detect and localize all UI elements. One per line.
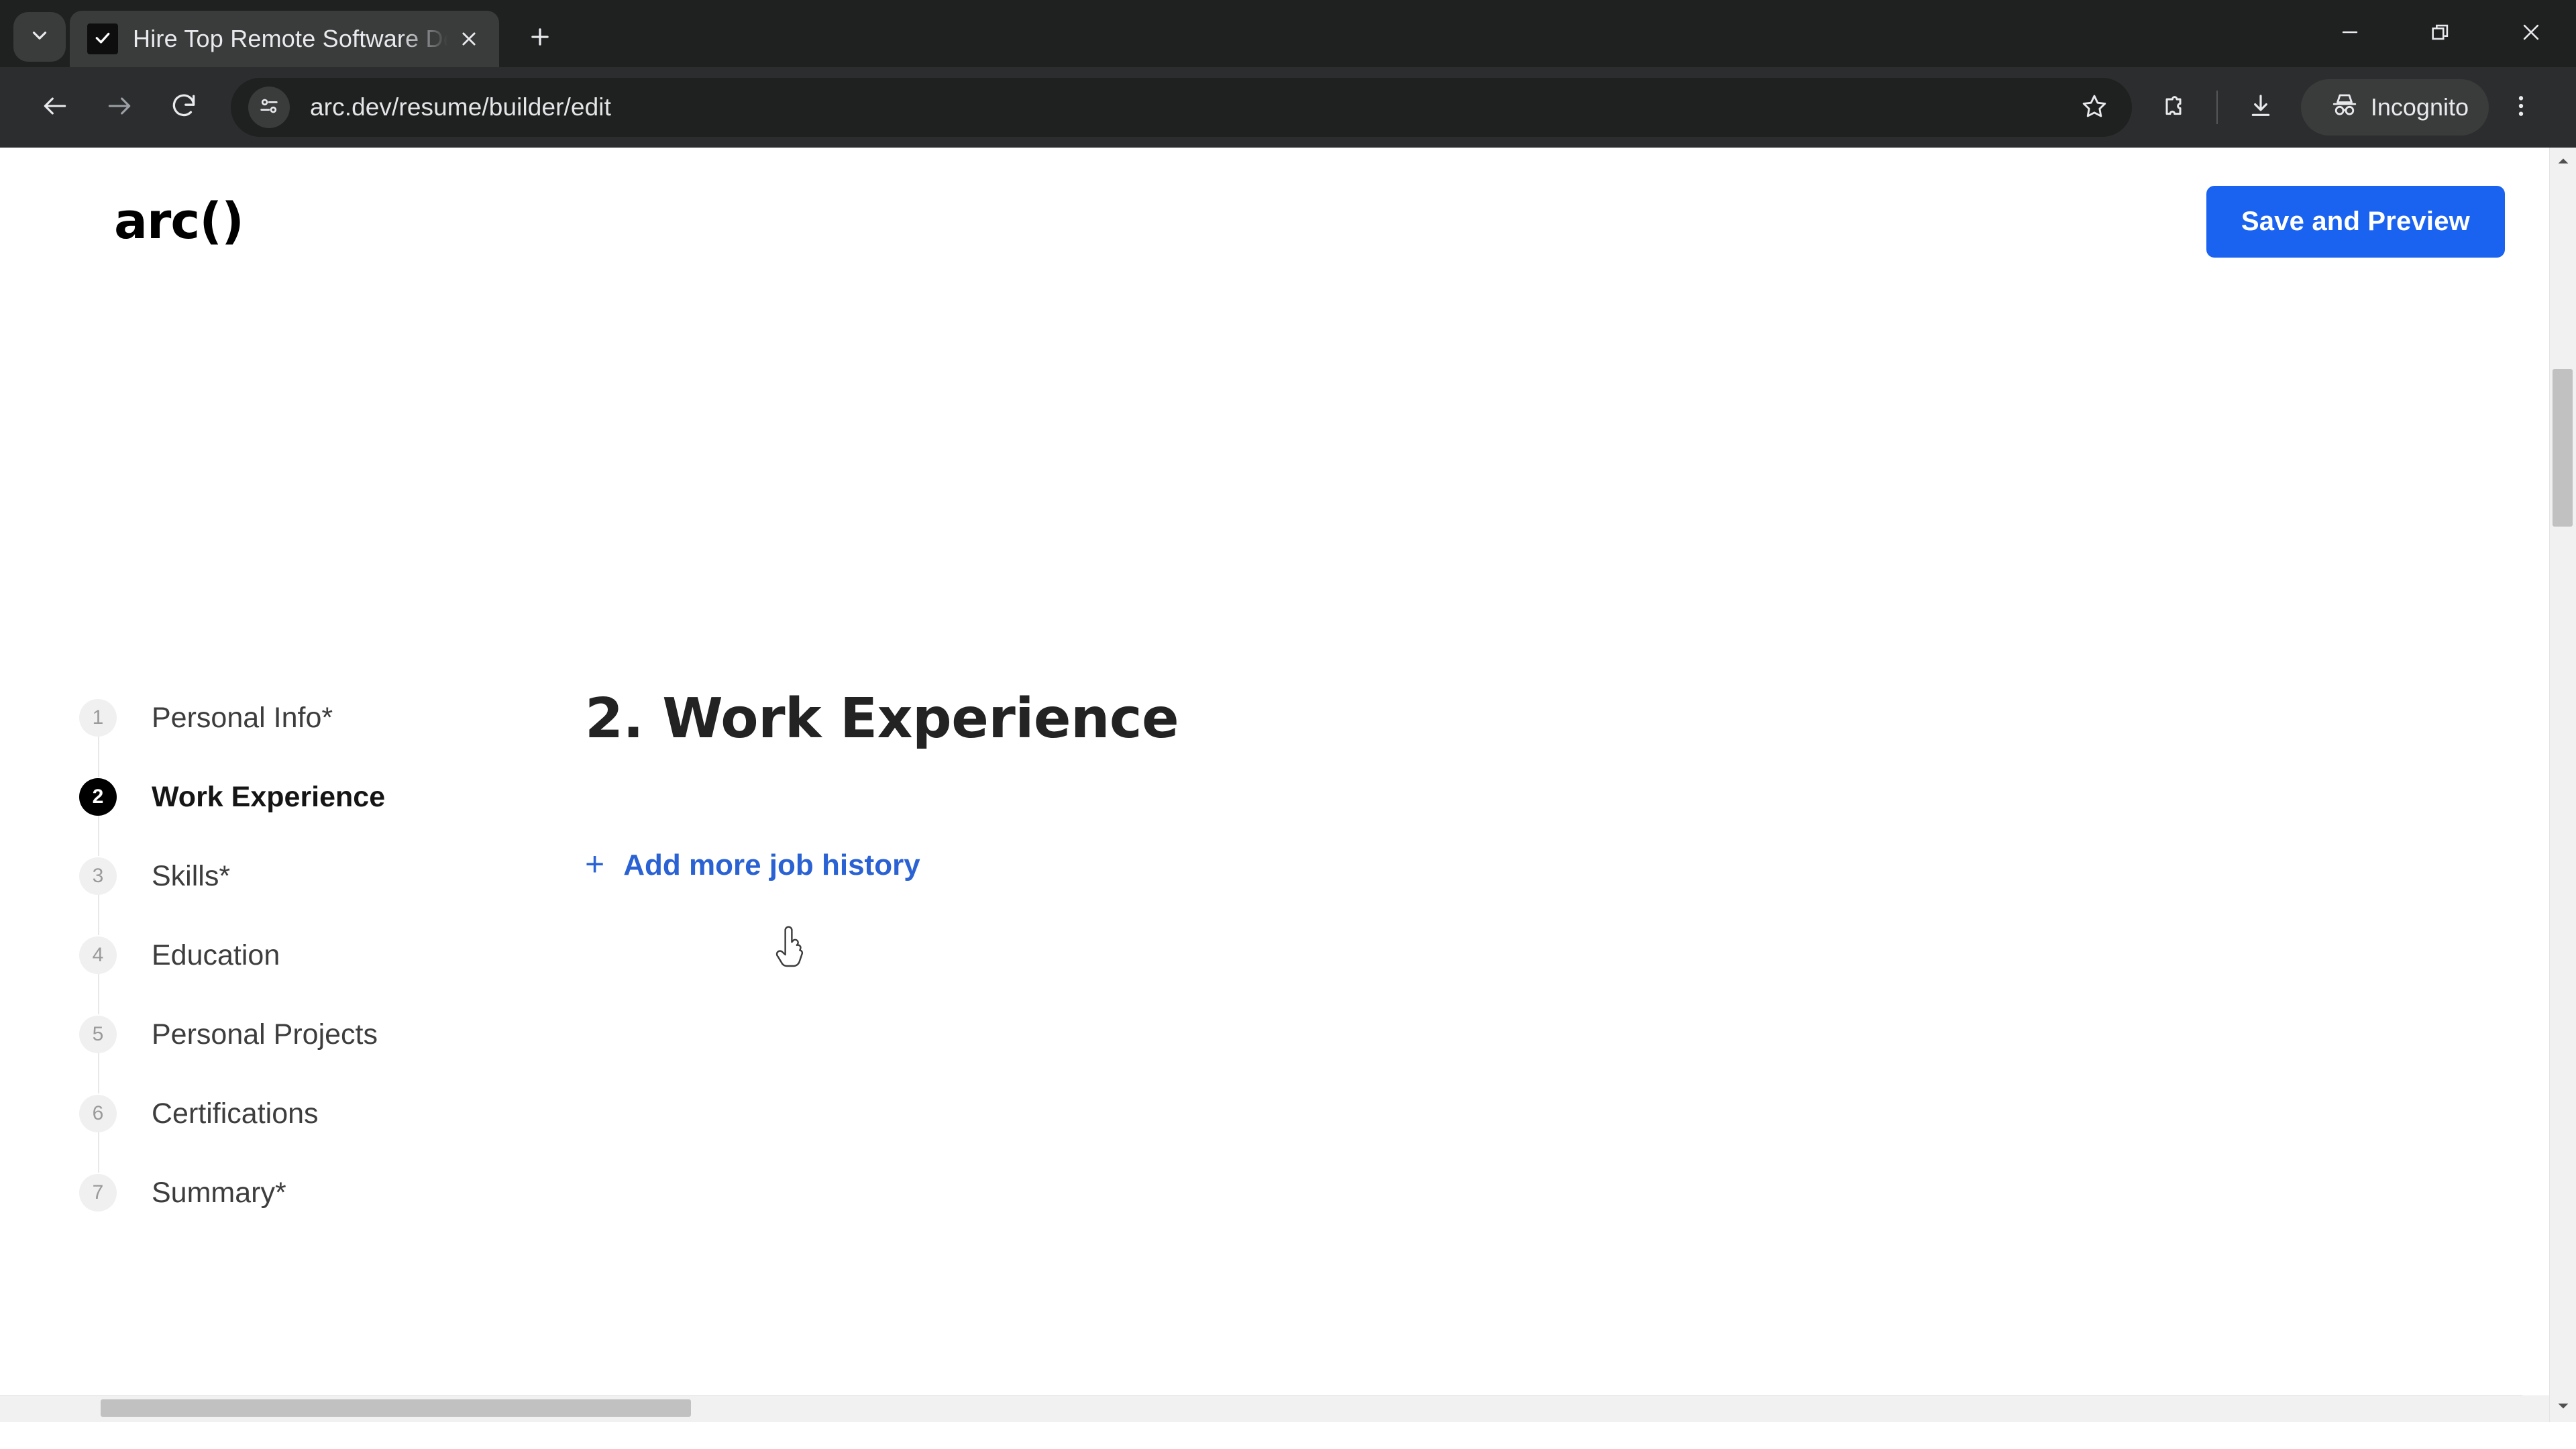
page-viewport: arc() Save and Preview 1 Personal Info* …: [0, 148, 2576, 1449]
forward-button[interactable]: [87, 75, 152, 140]
sidebar-item-skills[interactable]: 3 Skills*: [79, 856, 530, 935]
sidebar-item-education[interactable]: 4 Education: [79, 935, 530, 1014]
vertical-scrollbar-thumb[interactable]: [2553, 369, 2573, 527]
step-number-badge: 2: [79, 778, 117, 816]
address-bar[interactable]: arc.dev/resume/builder/edit: [231, 78, 2132, 137]
add-more-job-history-button[interactable]: + Add more job history: [585, 845, 920, 883]
back-arrow-icon: [40, 91, 70, 124]
download-icon: [2247, 93, 2274, 123]
reload-button[interactable]: [152, 75, 216, 140]
browser-menu-button[interactable]: [2489, 75, 2553, 140]
incognito-icon: [2330, 91, 2359, 125]
restore-icon: [2429, 21, 2452, 47]
minimize-window-button[interactable]: [2304, 0, 2395, 67]
url-text[interactable]: arc.dev/resume/builder/edit: [310, 93, 2070, 121]
toolbar-divider: [2216, 91, 2218, 124]
work-experience-panel: 2. Work Experience + Add more job histor…: [530, 319, 2549, 1213]
site-info-button[interactable]: [248, 87, 290, 128]
scrollbar-corner: [2522, 1395, 2549, 1422]
step-label: Skills*: [152, 859, 231, 892]
tab-close-button[interactable]: [451, 21, 487, 57]
page-title: 2. Work Experience: [585, 687, 1179, 751]
step-number-badge: 3: [79, 857, 117, 895]
step-label: Summary*: [152, 1176, 286, 1209]
step-number-badge: 7: [79, 1174, 117, 1212]
site-header: arc() Save and Preview: [0, 148, 2549, 295]
browser-tab[interactable]: Hire Top Remote Software Deve: [70, 11, 499, 67]
new-tab-button[interactable]: [515, 13, 565, 63]
step-number-badge: 5: [79, 1016, 117, 1053]
window-controls: [2304, 0, 2576, 67]
extensions-icon: [2160, 93, 2187, 123]
minimize-icon: [2339, 21, 2361, 47]
tune-icon: [258, 95, 280, 121]
incognito-label: Incognito: [2370, 93, 2469, 121]
sidebar-item-certifications[interactable]: 6 Certifications: [79, 1093, 530, 1173]
vertical-scrollbar[interactable]: [2549, 148, 2576, 1422]
sidebar-item-personal-info[interactable]: 1 Personal Info*: [79, 698, 530, 777]
star-icon: [2081, 93, 2108, 123]
chevron-down-icon: [28, 24, 51, 50]
arc-favicon: [87, 23, 118, 54]
browser-toolbar: arc.dev/resume/builder/edit Incognito: [0, 67, 2576, 148]
horizontal-scrollbar[interactable]: [0, 1395, 2549, 1422]
arc-logo[interactable]: arc(): [114, 193, 244, 250]
page-content: 1 Personal Info* 2 Work Experience 3 Ski…: [0, 295, 2549, 1213]
downloads-button[interactable]: [2229, 75, 2293, 140]
incognito-profile-button[interactable]: Incognito: [2300, 79, 2489, 136]
kebab-menu-icon: [2508, 93, 2534, 123]
scroll-down-button[interactable]: [2550, 1393, 2576, 1422]
caret-up-icon: [2556, 154, 2571, 172]
step-label: Personal Info*: [152, 701, 333, 734]
tab-search-button[interactable]: [13, 12, 66, 62]
step-number-badge: 4: [79, 936, 117, 974]
close-window-button[interactable]: [2485, 0, 2576, 67]
caret-down-icon: [2556, 1399, 2571, 1417]
sidebar-item-personal-projects[interactable]: 5 Personal Projects: [79, 1014, 530, 1093]
scroll-up-button[interactable]: [2550, 148, 2576, 177]
horizontal-scrollbar-thumb[interactable]: [101, 1399, 691, 1417]
step-label: Education: [152, 938, 280, 971]
tab-strip: Hire Top Remote Software Deve: [0, 0, 2576, 67]
close-icon: [2520, 21, 2542, 47]
step-number-badge: 1: [79, 699, 117, 737]
plus-icon: [527, 24, 553, 53]
tab-title: Hire Top Remote Software Deve: [133, 25, 451, 52]
step-label: Certifications: [152, 1097, 319, 1130]
step-number-badge: 6: [79, 1095, 117, 1132]
bookmark-button[interactable]: [2070, 83, 2118, 131]
browser-window: Hire Top Remote Software Deve arc.dev/re…: [0, 0, 2576, 1449]
step-list: 1 Personal Info* 2 Work Experience 3 Ski…: [79, 698, 530, 1213]
step-label: Work Experience: [152, 780, 386, 813]
plus-icon: +: [585, 845, 605, 883]
save-and-preview-button[interactable]: Save and Preview: [2206, 185, 2505, 258]
resume-section-stepper: 1 Personal Info* 2 Work Experience 3 Ski…: [0, 319, 530, 1213]
extensions-button[interactable]: [2141, 75, 2206, 140]
step-label: Personal Projects: [152, 1018, 378, 1051]
reload-icon: [169, 91, 199, 124]
add-more-job-history-label: Add more job history: [623, 849, 920, 881]
sidebar-item-work-experience[interactable]: 2 Work Experience: [79, 777, 530, 856]
restore-window-button[interactable]: [2395, 0, 2485, 67]
sidebar-item-summary[interactable]: 7 Summary*: [79, 1173, 530, 1213]
forward-arrow-icon: [105, 91, 134, 124]
resume-builder-page: arc() Save and Preview 1 Personal Info* …: [0, 148, 2549, 1422]
back-button[interactable]: [23, 75, 87, 140]
